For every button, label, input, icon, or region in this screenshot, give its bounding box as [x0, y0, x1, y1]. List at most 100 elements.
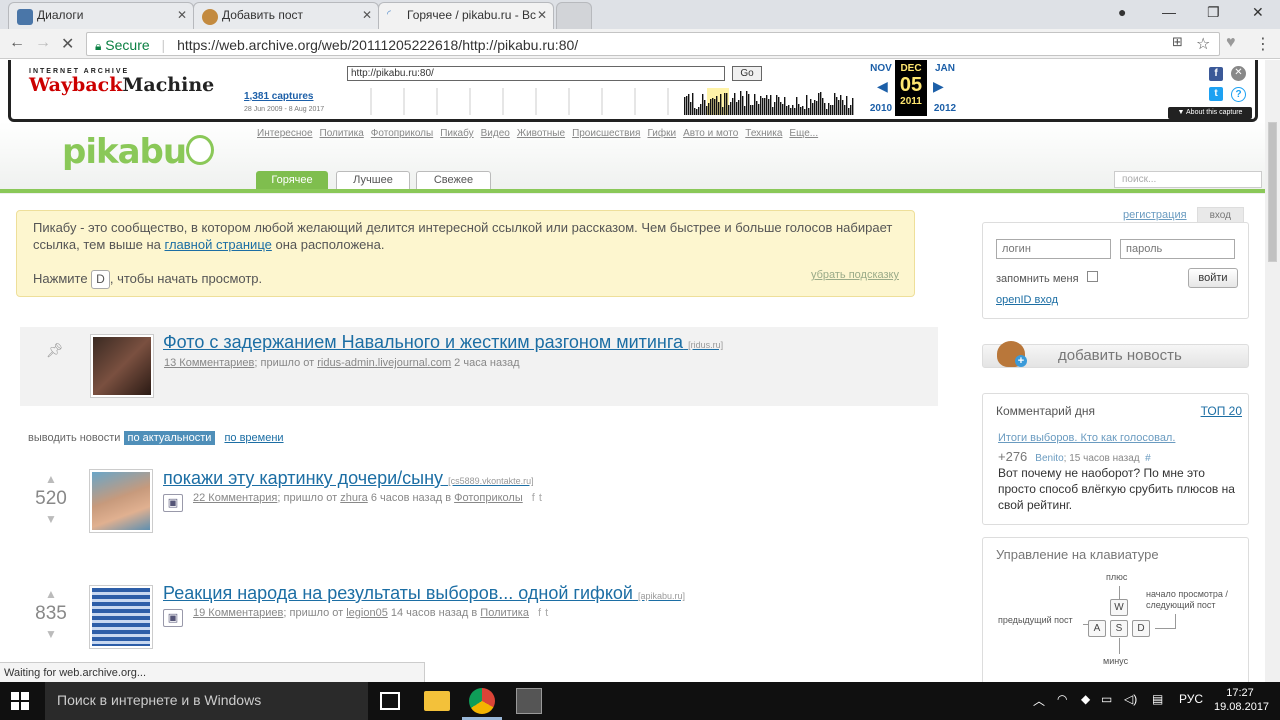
- close-window-icon[interactable]: ✕: [1252, 4, 1264, 21]
- tab-pikabu-hot[interactable]: ◜ Горячее / pikabu.ru - Вс ✕: [378, 2, 554, 30]
- search-input[interactable]: поиск...: [1114, 171, 1262, 188]
- translate-icon[interactable]: ⊞: [1172, 34, 1183, 50]
- volume-icon[interactable]: ◁): [1124, 692, 1137, 706]
- downvote-icon[interactable]: ▼: [33, 627, 69, 641]
- tab-add-post[interactable]: Добавить пост ✕: [193, 2, 379, 29]
- sort-time[interactable]: по времени: [224, 432, 283, 444]
- next-month[interactable]: JAN: [930, 63, 960, 74]
- profile-icon[interactable]: ●: [1118, 4, 1126, 20]
- captures-link[interactable]: 1,381 captures: [244, 91, 314, 102]
- comments-link[interactable]: 19 Комментариев: [193, 607, 283, 619]
- tab-fresh[interactable]: Свежее: [416, 171, 491, 189]
- close-icon[interactable]: ✕: [1231, 66, 1246, 81]
- nav-animals[interactable]: Животные: [517, 128, 565, 139]
- openid-link[interactable]: openID вход: [996, 294, 1058, 306]
- nav-pikabu[interactable]: Пикабу: [440, 128, 473, 139]
- pikabu-logo[interactable]: pikabu: [62, 132, 215, 172]
- comments-link[interactable]: 22 Комментария: [193, 492, 277, 504]
- downvote-icon[interactable]: ▼: [33, 512, 69, 526]
- bookmark-star-icon[interactable]: ☆: [1196, 34, 1210, 54]
- battery-icon[interactable]: ▭: [1101, 692, 1112, 706]
- captures-sparkline[interactable]: [359, 88, 857, 115]
- category-link[interactable]: Политика: [480, 607, 529, 619]
- file-explorer-icon[interactable]: [424, 691, 450, 711]
- upvote-icon[interactable]: ▲: [33, 472, 69, 486]
- close-icon[interactable]: ✕: [362, 8, 372, 22]
- twitter-share-icon[interactable]: t: [539, 492, 542, 504]
- author-link[interactable]: zhura: [340, 492, 368, 504]
- task-view-icon[interactable]: [380, 692, 400, 710]
- post-thumbnail[interactable]: [89, 469, 153, 533]
- scrollbar-thumb[interactable]: [1268, 122, 1277, 262]
- image-icon[interactable]: ▣: [163, 609, 183, 627]
- dropbox-icon[interactable]: ◆: [1081, 692, 1090, 706]
- tab-best[interactable]: Лучшее: [336, 171, 410, 189]
- post-thumbnail[interactable]: [90, 334, 154, 398]
- post-thumbnail[interactable]: [89, 585, 153, 649]
- dismiss-hint-link[interactable]: убрать подсказку: [811, 267, 899, 284]
- author-link[interactable]: ridus-admin.livejournal.com: [317, 357, 451, 369]
- nav-politics[interactable]: Политика: [320, 128, 364, 139]
- sort-relevance[interactable]: по актуальности: [123, 431, 216, 445]
- twitter-share-icon[interactable]: t: [545, 607, 548, 619]
- comment-permalink[interactable]: #: [1145, 453, 1151, 464]
- comments-link[interactable]: 13 Комментариев: [164, 357, 254, 369]
- prev-month[interactable]: NOV: [866, 63, 896, 74]
- nav-video[interactable]: Видео: [481, 128, 510, 139]
- top20-link[interactable]: ТОП 20: [1201, 404, 1242, 418]
- category-link[interactable]: Фотоприколы: [454, 492, 523, 504]
- facebook-share-icon[interactable]: f: [538, 607, 541, 619]
- nav-more[interactable]: Еще...: [789, 128, 818, 139]
- upvote-icon[interactable]: ▲: [33, 587, 69, 601]
- comment-post-link[interactable]: Итоги выборов. Кто как голосовал.: [998, 432, 1175, 444]
- twitter-icon[interactable]: t: [1209, 87, 1223, 101]
- image-icon[interactable]: ▣: [163, 494, 183, 512]
- prev-year[interactable]: 2010: [866, 103, 896, 114]
- password-input[interactable]: [1120, 239, 1235, 259]
- nav-tech[interactable]: Техника: [745, 128, 782, 139]
- windows-start-icon[interactable]: [11, 692, 29, 710]
- chrome-icon[interactable]: [469, 688, 495, 714]
- wayback-go-button[interactable]: Go: [732, 66, 762, 81]
- language-indicator[interactable]: РУС: [1179, 692, 1203, 706]
- post-title[interactable]: покажи эту картинку дочери/сыну [cs5889.…: [163, 468, 534, 489]
- main-page-link[interactable]: главной странице: [165, 237, 272, 252]
- login-tab[interactable]: вход: [1196, 207, 1244, 223]
- facebook-share-icon[interactable]: f: [532, 492, 535, 504]
- address-bar[interactable]: 🔒︎ Secure | https://web.archive.org/web/…: [86, 32, 1220, 56]
- post-title[interactable]: Реакция народа на результаты выборов... …: [163, 583, 685, 604]
- comment-author[interactable]: Benito: [1035, 453, 1063, 464]
- tab-dialogs[interactable]: Диалоги ✕: [8, 2, 194, 29]
- restore-icon[interactable]: ❐: [1207, 4, 1220, 21]
- help-icon[interactable]: ?: [1231, 87, 1246, 102]
- close-icon[interactable]: ✕: [177, 8, 187, 22]
- facebook-icon[interactable]: f: [1209, 67, 1223, 81]
- remember-checkbox[interactable]: [1087, 271, 1098, 282]
- add-news-button[interactable]: + добавить новость: [982, 341, 1249, 368]
- tab-hot[interactable]: Горячее: [256, 171, 328, 189]
- taskbar-search[interactable]: Поиск в интернете и в Windows: [45, 682, 368, 720]
- tray-chevron-icon[interactable]: ︿: [1033, 692, 1045, 709]
- extension-icon[interactable]: ♥: [1226, 34, 1236, 52]
- nav-photo-jokes[interactable]: Фотоприколы: [371, 128, 433, 139]
- back-icon[interactable]: ←: [9, 34, 25, 52]
- wayback-url-input[interactable]: http://pikabu.ru:80/: [347, 66, 725, 81]
- new-tab-button[interactable]: [556, 2, 592, 29]
- about-capture-button[interactable]: ▼ About this capture: [1168, 107, 1252, 119]
- nav-auto[interactable]: Авто и мото: [683, 128, 738, 139]
- forward-icon[interactable]: →: [35, 34, 51, 52]
- minimize-icon[interactable]: —: [1162, 4, 1176, 20]
- register-link[interactable]: регистрация: [1123, 209, 1187, 221]
- close-icon[interactable]: ✕: [537, 8, 547, 22]
- nav-incidents[interactable]: Происшествия: [572, 128, 640, 139]
- prev-capture-icon[interactable]: ◀: [877, 78, 888, 95]
- notifications-icon[interactable]: ▤: [1152, 692, 1163, 706]
- app-icon[interactable]: [516, 688, 542, 714]
- username-input[interactable]: [996, 239, 1111, 259]
- wayback-logo[interactable]: INTERNET ARCHIVE WaybackMachine: [29, 68, 214, 95]
- wifi-icon[interactable]: ◠: [1057, 692, 1067, 706]
- nav-interesting[interactable]: Интересное: [257, 128, 313, 139]
- post-title[interactable]: Фото с задержанием Навального и жестким …: [163, 332, 723, 353]
- menu-icon[interactable]: ⋮: [1255, 34, 1271, 54]
- next-year[interactable]: 2012: [930, 103, 960, 114]
